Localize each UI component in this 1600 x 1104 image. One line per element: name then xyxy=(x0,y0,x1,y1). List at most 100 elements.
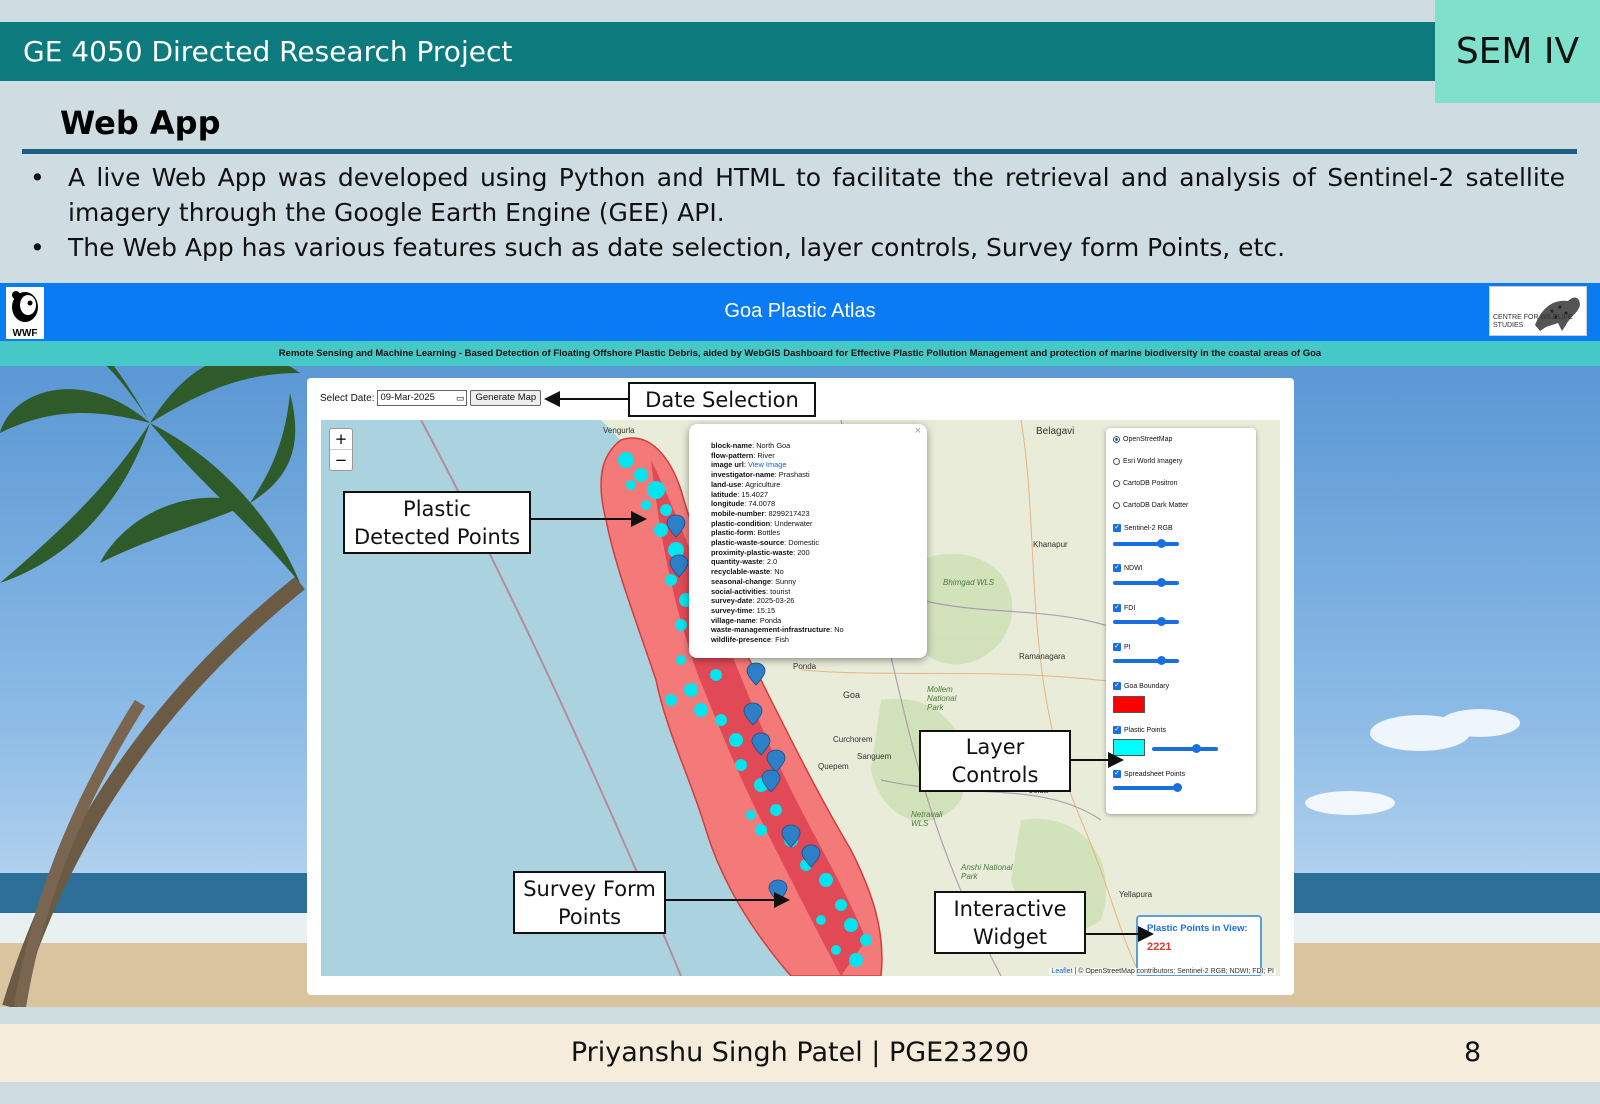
color-picker-goa-boundary[interactable] xyxy=(1113,696,1145,713)
date-input[interactable]: 09-Mar-2025 ▭ xyxy=(377,390,468,406)
overlay-pi[interactable]: ✓ PI xyxy=(1113,643,1131,651)
semester-badge: SEM IV xyxy=(1435,0,1600,103)
opacity-slider-plastic-points[interactable] xyxy=(1152,744,1218,753)
slider-handle[interactable] xyxy=(1173,783,1182,792)
callout-plastic-detected-points: Plastic Detected Points xyxy=(343,491,531,554)
basemap-label: CartoDB Dark Matter xyxy=(1123,502,1189,509)
cws-logo: CENTRE FOR WILDLIFE STUDIES xyxy=(1489,286,1587,336)
map-panel: Select Date: 09-Mar-2025 ▭ Generate Map xyxy=(307,378,1294,995)
view-image-link[interactable]: View Image xyxy=(748,460,786,469)
popup-field-row: land-use: Agriculture xyxy=(711,480,844,490)
overlay-label: Goa Boundary xyxy=(1124,682,1170,690)
leaflet-link[interactable]: Leaflet xyxy=(1051,968,1072,975)
basemap-esri-imagery[interactable]: Esri World Imagery xyxy=(1113,458,1182,465)
slider-handle[interactable] xyxy=(1157,539,1166,548)
slider-handle[interactable] xyxy=(1157,578,1166,587)
map-label-khanapur: Khanapur xyxy=(1033,540,1068,549)
overlay-goa-boundary[interactable]: ✓ Goa Boundary xyxy=(1113,682,1169,690)
popup-field-value: tourist xyxy=(770,586,791,596)
radio-icon[interactable] xyxy=(1113,480,1120,487)
callout-text: Date Selection xyxy=(645,387,799,412)
overlay-label: NDWI xyxy=(1124,564,1143,572)
popup-field-key: plastic-form xyxy=(711,528,754,538)
zoom-in-button[interactable]: + xyxy=(330,429,352,450)
checkbox-icon[interactable]: ✓ xyxy=(1113,643,1121,651)
map-label-sanguem: Sanguem xyxy=(857,752,892,761)
popup-field-key: latitude xyxy=(711,489,738,499)
callout-text: Points xyxy=(557,904,622,929)
author-name: Priyanshu Singh Patel | PGE23290 xyxy=(570,1037,1030,1068)
popup-close-icon[interactable]: × xyxy=(915,426,921,437)
checkbox-icon[interactable]: ✓ xyxy=(1113,604,1121,612)
popup-field-value: Domestic xyxy=(788,538,820,548)
popup-field-key: block-name xyxy=(711,441,753,450)
generate-map-button[interactable]: Generate Map xyxy=(470,390,542,406)
radio-icon[interactable] xyxy=(1113,458,1120,465)
popup-field-key: mobile-number xyxy=(711,508,765,518)
basemap-label: CartoDB Positron xyxy=(1123,480,1178,487)
radio-icon[interactable] xyxy=(1113,502,1120,509)
bullet-text: The Web App has various features such as… xyxy=(68,233,1286,262)
popup-field-value: 74.0078 xyxy=(748,499,776,509)
map-label-vengurla: Vengurla xyxy=(603,426,635,435)
callout-text: Layer xyxy=(965,735,1025,759)
app-subtitle: Remote Sensing and Machine Learning - Ba… xyxy=(0,341,1600,366)
popup-field-value: North Goa xyxy=(756,441,791,450)
checkbox-icon[interactable]: ✓ xyxy=(1113,682,1121,690)
checkbox-icon[interactable]: ✓ xyxy=(1113,726,1121,734)
callout-text: Detected Points xyxy=(353,524,521,549)
map-label-quepem: Quepem xyxy=(818,762,849,771)
checkbox-icon[interactable]: ✓ xyxy=(1113,564,1121,572)
callout-text: Interactive xyxy=(953,896,1067,921)
checkbox-icon[interactable]: ✓ xyxy=(1113,770,1121,778)
overlay-plastic-points[interactable]: ✓ Plastic Points xyxy=(1113,726,1166,734)
opacity-slider-ndwi[interactable] xyxy=(1113,578,1179,587)
zoom-control: + − xyxy=(329,428,353,471)
map-label-curchorem: Curchorem xyxy=(833,735,873,744)
popup-field-row: plastic-form: Bottles xyxy=(711,528,844,538)
color-picker-plastic-points[interactable] xyxy=(1113,739,1145,756)
popup-field-value: Underwater xyxy=(774,518,813,528)
popup-fields: block-name: North Goa flow-pattern: River… xyxy=(711,441,844,645)
opacity-slider-sentinel-rgb[interactable] xyxy=(1113,539,1179,548)
slider-handle[interactable] xyxy=(1157,656,1166,665)
map-label-yellapura: Yellapura xyxy=(1119,890,1153,899)
checkbox-icon[interactable]: ✓ xyxy=(1113,524,1121,532)
date-controls: Select Date: 09-Mar-2025 ▭ Generate Map xyxy=(320,390,542,406)
popup-field-row: flow-pattern: River xyxy=(711,451,844,461)
opacity-slider-pi[interactable] xyxy=(1113,656,1179,665)
popup-field-key: village-name xyxy=(711,615,756,625)
slider-handle[interactable] xyxy=(1157,617,1166,626)
basemap-cartodb-dark[interactable]: CartoDB Dark Matter xyxy=(1113,502,1188,509)
popup-field-value: River xyxy=(757,450,775,460)
map-label-ponda: Ponda xyxy=(793,662,817,671)
map-label-anshi: Anshi National Park xyxy=(961,863,1013,881)
basemap-cartodb-positron[interactable]: CartoDB Positron xyxy=(1113,480,1177,487)
overlay-spreadsheet-points[interactable]: ✓ Spreadsheet Points xyxy=(1113,770,1185,778)
map-label-ramanagara: Ramanagara xyxy=(1019,652,1066,661)
overlay-fdi[interactable]: ✓ FDI xyxy=(1113,604,1135,612)
popup-field-value: Ponda xyxy=(759,615,782,625)
basemap-openstreetmap[interactable]: OpenStreetMap xyxy=(1113,436,1172,443)
layer-control-panel: OpenStreetMap Esri World Imagery CartoDB… xyxy=(1106,428,1256,814)
slider-handle[interactable] xyxy=(1192,744,1201,753)
bullet-item: • A live Web App was developed using Pyt… xyxy=(30,160,1565,230)
zoom-out-button[interactable]: − xyxy=(330,450,352,470)
opacity-slider-fdi[interactable] xyxy=(1113,617,1179,626)
popup-field-value: 2.0 xyxy=(766,557,778,567)
popup-field-row: survey-date: 2025-03-26 xyxy=(711,596,844,606)
attribution-text: | © OpenStreetMap contributors; Sentinel… xyxy=(1074,968,1274,975)
popup-field-key: quantity-waste xyxy=(711,557,763,567)
overlay-sentinel-rgb[interactable]: ✓ Sentinel-2 RGB xyxy=(1113,524,1173,532)
radio-icon[interactable] xyxy=(1113,436,1120,443)
callout-interactive-widget: Interactive Widget xyxy=(934,891,1086,954)
opacity-slider-spreadsheet-points[interactable] xyxy=(1113,783,1182,792)
popup-field-value: No xyxy=(774,567,784,577)
overlay-ndwi[interactable]: ✓ NDWI xyxy=(1113,564,1143,572)
semester-label: SEM IV xyxy=(1455,31,1580,72)
callout-survey-form-points: Survey Form Points xyxy=(513,871,666,934)
popup-field-row: image url: View Image xyxy=(711,460,844,470)
popup-field-value: Fish xyxy=(775,635,790,645)
page-number: 8 xyxy=(1464,1037,1482,1068)
calendar-icon[interactable]: ▭ xyxy=(456,391,465,405)
